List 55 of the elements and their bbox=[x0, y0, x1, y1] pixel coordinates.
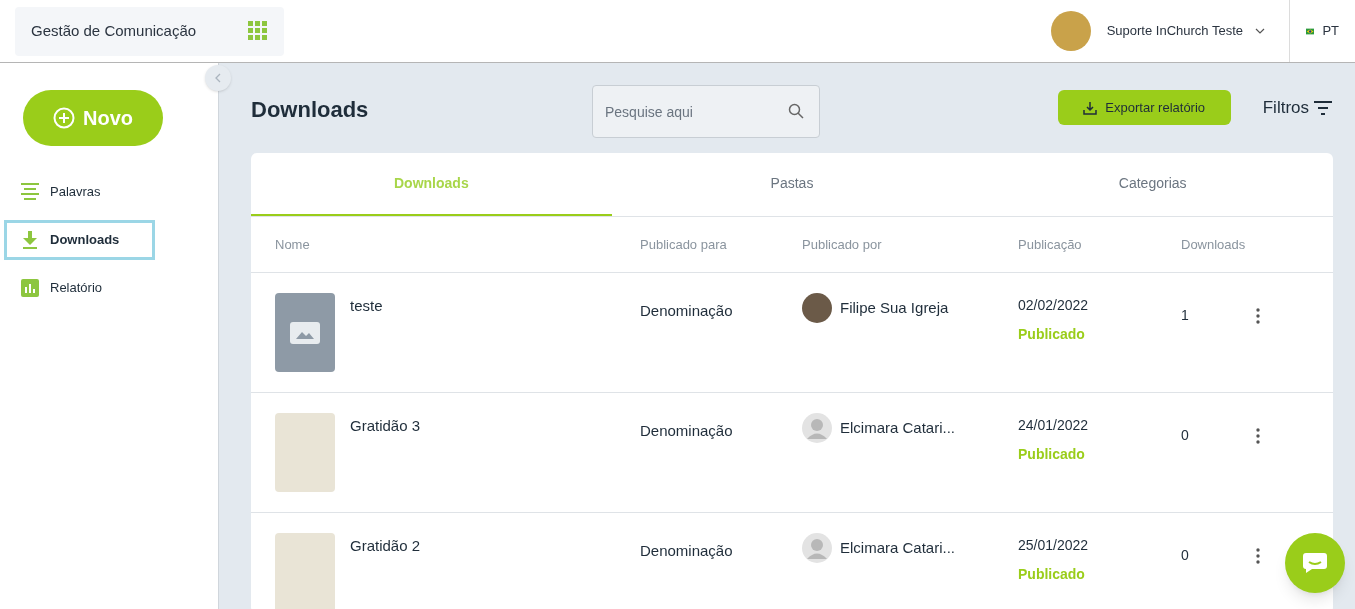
author-name: Filipe Sua Igreja bbox=[840, 297, 949, 318]
file-name: Gratidão 2 bbox=[350, 536, 421, 556]
more-vertical-icon bbox=[1256, 548, 1260, 564]
status: Publicado bbox=[1018, 445, 1085, 464]
search-icon bbox=[788, 103, 804, 119]
filters-button[interactable]: Filtros bbox=[1262, 95, 1333, 121]
audience: Denominação bbox=[640, 541, 733, 561]
page-title: Downloads bbox=[251, 96, 370, 124]
download-count: 0 bbox=[1181, 546, 1189, 565]
sidebar-item[interactable]: Downloads bbox=[4, 220, 155, 260]
user-menu[interactable]: Suporte InChurch Teste bbox=[1106, 21, 1289, 41]
sidebar-item[interactable]: Palavras bbox=[4, 172, 155, 212]
status: Publicado bbox=[1018, 565, 1085, 584]
publish-date: 24/01/2022 bbox=[1018, 416, 1089, 435]
lines-icon bbox=[20, 182, 40, 202]
language-selector[interactable]: PT bbox=[1290, 21, 1355, 41]
author-name: Elcimara Catari... bbox=[840, 417, 956, 438]
column-header: Downloads bbox=[1181, 235, 1246, 254]
status: Publicado bbox=[1018, 325, 1085, 344]
bar-chart-icon bbox=[20, 278, 40, 298]
download-count: 0 bbox=[1181, 426, 1189, 445]
column-header: Publicado para bbox=[640, 235, 727, 254]
download-count: 1 bbox=[1181, 306, 1189, 325]
publish-date: 02/02/2022 bbox=[1018, 296, 1089, 315]
avatar-silhouette bbox=[802, 413, 832, 443]
column-header: Publicação bbox=[1018, 235, 1082, 254]
file-name: teste bbox=[350, 296, 383, 316]
image-icon bbox=[290, 321, 320, 344]
export-button[interactable]: Exportar relatório bbox=[1057, 90, 1231, 125]
more-vertical-icon bbox=[1256, 428, 1260, 444]
download-icon bbox=[20, 230, 40, 250]
audience: Denominação bbox=[640, 301, 733, 321]
app-title: Gestão de Comunicação bbox=[31, 20, 197, 41]
column-header: Publicado por bbox=[802, 235, 882, 254]
avatar bbox=[802, 293, 832, 323]
chevron-left-icon bbox=[215, 73, 221, 83]
more-vertical-icon bbox=[1256, 308, 1260, 324]
file-name: Gratidão 3 bbox=[350, 416, 421, 436]
author-name: Elcimara Catari... bbox=[840, 537, 956, 558]
app-switcher[interactable]: Gestão de Comunicação bbox=[15, 6, 284, 56]
filter-icon bbox=[1313, 100, 1333, 115]
plus-circle-icon bbox=[53, 107, 75, 129]
avatar-silhouette bbox=[802, 533, 832, 563]
audience: Denominação bbox=[640, 421, 733, 441]
publish-date: 25/01/2022 bbox=[1018, 536, 1089, 555]
column-header: Nome bbox=[275, 235, 310, 254]
tab[interactable]: Categorias bbox=[972, 153, 1333, 216]
chat-icon bbox=[1302, 552, 1328, 574]
avatar bbox=[1050, 11, 1091, 51]
tab[interactable]: Pastas bbox=[611, 153, 973, 216]
grid-icon bbox=[248, 21, 268, 41]
sidebar-item[interactable]: Relatório bbox=[4, 268, 155, 308]
search-field[interactable]: Pesquise aqui bbox=[592, 85, 820, 138]
download-icon bbox=[1083, 100, 1098, 115]
chevron-down-icon bbox=[1255, 28, 1265, 34]
